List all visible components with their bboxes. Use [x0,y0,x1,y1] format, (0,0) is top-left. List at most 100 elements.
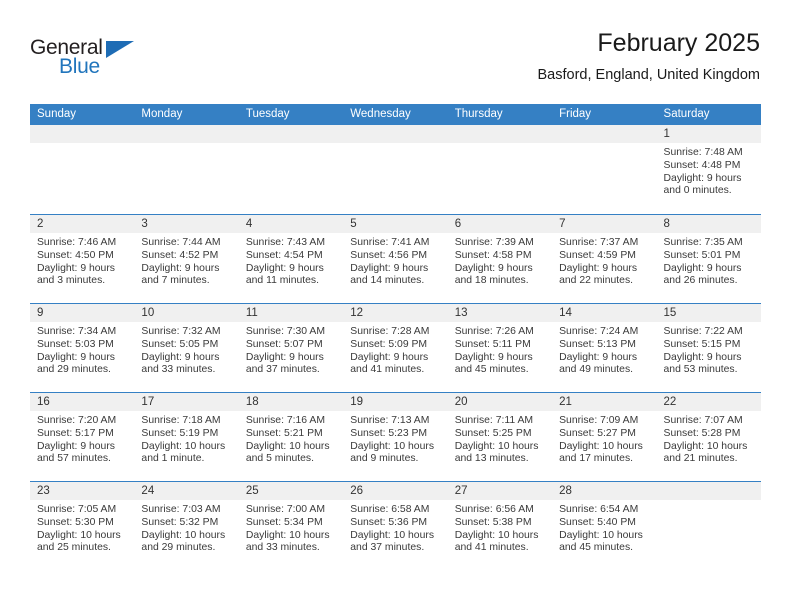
day-number [656,482,761,500]
daylight-text: and 22 minutes. [559,275,634,287]
sunrise-text: Sunrise: 7:28 AM [350,326,430,337]
day-cell-11[interactable]: 11 Sunrise: 7:30 AM Sunset: 5:07 PM Dayligh… [238,304,344,392]
day-cell-25[interactable]: 25 Sunrise: 7:00 AM Sunset: 5:34 PM Dayligh… [238,482,344,570]
sunset-text: Sunset: 5:34 PM [245,516,323,528]
day-cell-14[interactable]: 14 Sunrise: 7:24 AM Sunset: 5:13 PM Dayligh… [552,304,657,392]
sunset-text: Sunset: 5:28 PM [663,427,741,439]
sunrise-text: Sunrise: 7:30 AM [245,326,325,337]
day-number [238,125,344,143]
day-details: Sunrise: 7:11 AM Sunset: 5:25 PM Daylight:… [448,411,552,466]
day-details: Sunrise: 7:13 AM Sunset: 5:23 PM Daylight:… [343,411,447,466]
day-details: Sunrise: 7:07 AM Sunset: 5:28 PM Daylight:… [657,411,761,466]
sunrise-text: Sunrise: 7:32 AM [141,326,221,337]
day-number: 23 [30,482,135,500]
logo-text-blue: Blue [59,55,100,78]
day-details: Sunrise: 7:41 AM Sunset: 4:56 PM Daylight:… [343,233,447,288]
day-cell-27[interactable]: 27 Sunrise: 6:56 AM Sunset: 5:38 PM Dayligh… [447,482,553,570]
sunrise-text: Sunrise: 7:24 AM [559,326,639,337]
day-details: Sunrise: 7:48 AM Sunset: 4:48 PM Daylight:… [657,143,761,198]
general-blue-logo[interactable]: General Blue [30,36,150,86]
day-number: 13 [447,304,553,322]
day-number: 14 [552,304,657,322]
day-cell-6[interactable]: 6 Sunrise: 7:39 AM Sunset: 4:58 PM Daylight… [447,215,553,303]
day-details: Sunrise: 7:44 AM Sunset: 4:52 PM Daylight:… [134,233,238,288]
sunrise-text: Sunrise: 7:46 AM [37,237,117,248]
daylight-text: Daylight: 10 hours [350,440,435,452]
day-number: 9 [30,304,135,322]
day-cell-1[interactable]: 1 Sunrise: 7:48 AM Sunset: 4:48 PM Daylight… [656,125,761,214]
daylight-text: Daylight: 9 hours [663,351,742,363]
day-number: 28 [552,482,657,500]
weekday-header-thursday: Thursday [454,108,503,120]
day-number: 21 [552,393,657,411]
daylight-text: Daylight: 9 hours [350,262,429,274]
sunset-text: Sunset: 5:05 PM [141,338,219,350]
day-cell-2[interactable]: 2 Sunrise: 7:46 AM Sunset: 4:50 PM Daylight… [30,215,135,303]
sunset-text: Sunset: 5:40 PM [559,516,636,528]
day-cell-26[interactable]: 26 Sunrise: 6:58 AM Sunset: 5:36 PM Dayligh… [343,482,448,570]
daylight-text: and 11 minutes. [245,275,320,287]
daylight-text: and 45 minutes. [559,542,634,554]
week-row: 23 Sunrise: 7:05 AM Sunset: 5:30 PM Dayligh… [30,481,761,570]
day-cell-20[interactable]: 20 Sunrise: 7:11 AM Sunset: 5:25 PM Dayligh… [447,393,553,481]
weekday-header-monday: Monday [141,108,183,120]
weekday-header-row: Sunday Monday Tuesday Wednesday Thursday Frid… [30,104,761,125]
sunset-text: Sunset: 5:09 PM [350,338,428,350]
sunrise-text: Sunrise: 7:43 AM [245,237,325,248]
daylight-text: and 53 minutes. [663,364,738,376]
daylight-text: and 14 minutes. [350,275,425,287]
day-cell-21[interactable]: 21 Sunrise: 7:09 AM Sunset: 5:27 PM Dayligh… [552,393,657,481]
day-number [552,125,657,143]
daylight-text: Daylight: 10 hours [559,529,643,541]
sunrise-text: Sunrise: 7:00 AM [245,504,325,515]
sunrise-text: Sunrise: 6:56 AM [454,504,534,515]
day-cell-7[interactable]: 7 Sunrise: 7:37 AM Sunset: 4:59 PM Daylight… [552,215,657,303]
day-cell-13[interactable]: 13 Sunrise: 7:26 AM Sunset: 5:11 PM Dayligh… [447,304,553,392]
day-cell-15[interactable]: 15 Sunrise: 7:22 AM Sunset: 5:15 PM Dayligh… [656,304,761,392]
day-cell-4[interactable]: 4 Sunrise: 7:43 AM Sunset: 4:54 PM Daylight… [238,215,344,303]
day-cell-3[interactable]: 3 Sunrise: 7:44 AM Sunset: 4:52 PM Daylight… [134,215,239,303]
day-cell-9[interactable]: 9 Sunrise: 7:34 AM Sunset: 5:03 PM Daylight… [30,304,135,392]
day-cell-22[interactable]: 22 Sunrise: 7:07 AM Sunset: 5:28 PM Dayligh… [656,393,761,481]
sunrise-text: Sunrise: 7:13 AM [350,415,430,426]
sunset-text: Sunset: 5:23 PM [350,427,428,439]
sunset-text: Sunset: 4:52 PM [141,249,219,261]
day-cell-10[interactable]: 10 Sunrise: 7:32 AM Sunset: 5:05 PM Dayligh… [134,304,239,392]
day-details: Sunrise: 7:34 AM Sunset: 5:03 PM Daylight:… [30,322,134,377]
daylight-text: Daylight: 10 hours [245,440,330,452]
day-cell-12[interactable]: 12 Sunrise: 7:28 AM Sunset: 5:09 PM Dayligh… [343,304,448,392]
day-cell-24[interactable]: 24 Sunrise: 7:03 AM Sunset: 5:32 PM Dayligh… [134,482,239,570]
day-cell-8[interactable]: 8 Sunrise: 7:35 AM Sunset: 5:01 PM Daylight… [656,215,761,303]
day-cell-17[interactable]: 17 Sunrise: 7:18 AM Sunset: 5:19 PM Dayligh… [134,393,239,481]
day-number: 26 [343,482,448,500]
day-cell-16[interactable]: 16 Sunrise: 7:20 AM Sunset: 5:17 PM Dayligh… [30,393,135,481]
sunrise-text: Sunrise: 7:22 AM [663,326,743,337]
day-number: 6 [447,215,553,233]
daylight-text: and 37 minutes. [350,542,425,554]
daylight-text: and 25 minutes. [37,542,111,554]
day-cell-18[interactable]: 18 Sunrise: 7:16 AM Sunset: 5:21 PM Dayligh… [238,393,344,481]
day-number: 1 [656,125,761,143]
sunset-text: Sunset: 4:59 PM [559,249,636,261]
day-cell-5[interactable]: 5 Sunrise: 7:41 AM Sunset: 4:56 PM Daylight… [343,215,448,303]
day-number: 18 [238,393,344,411]
day-details: Sunrise: 6:58 AM Sunset: 5:36 PM Daylight:… [343,500,447,555]
day-cell-28[interactable]: 28 Sunrise: 6:54 AM Sunset: 5:40 PM Dayligh… [552,482,657,570]
daylight-text: Daylight: 9 hours [245,351,324,363]
sunrise-text: Sunrise: 7:09 AM [559,415,639,426]
day-number: 7 [552,215,657,233]
sunset-text: Sunset: 5:25 PM [454,427,532,439]
day-number: 22 [656,393,761,411]
day-cell-19[interactable]: 19 Sunrise: 7:13 AM Sunset: 5:23 PM Dayligh… [343,393,448,481]
sunset-text: Sunset: 5:03 PM [37,338,114,350]
day-details: Sunrise: 7:28 AM Sunset: 5:09 PM Daylight:… [343,322,447,377]
daylight-text: and 9 minutes. [350,453,419,465]
sunrise-text: Sunrise: 6:58 AM [350,504,430,515]
daylight-text: Daylight: 9 hours [454,262,533,274]
day-cell-23[interactable]: 23 Sunrise: 7:05 AM Sunset: 5:30 PM Dayligh… [30,482,135,570]
day-details: Sunrise: 7:24 AM Sunset: 5:13 PM Daylight:… [552,322,656,377]
daylight-text: and 21 minutes. [663,453,738,465]
daylight-text: and 18 minutes. [454,275,529,287]
sunrise-text: Sunrise: 7:26 AM [454,326,534,337]
sunset-text: Sunset: 5:15 PM [663,338,741,350]
